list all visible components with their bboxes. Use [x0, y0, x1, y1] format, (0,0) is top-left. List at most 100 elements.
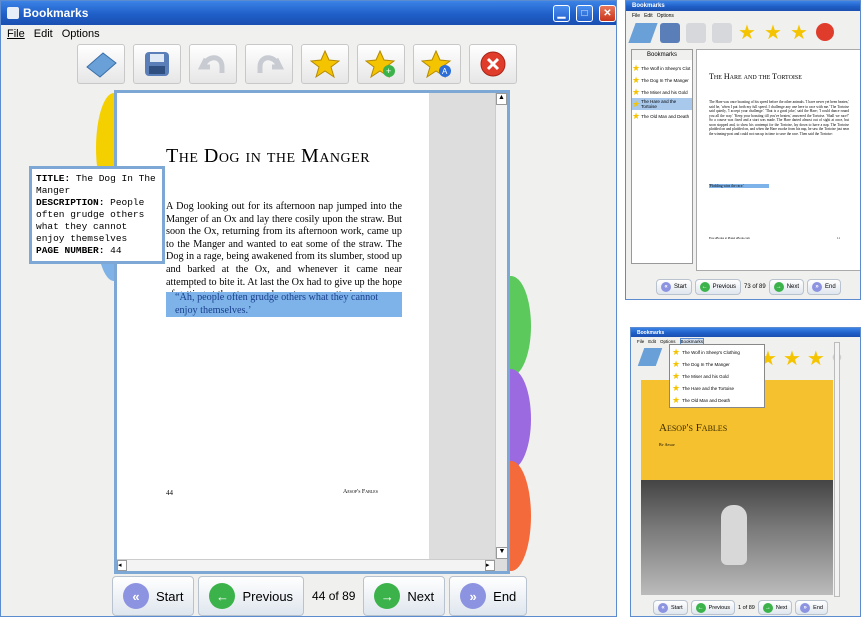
cover-author: By Aesop: [659, 442, 675, 447]
next-button[interactable]: → Next: [757, 600, 793, 615]
previous-button[interactable]: ← Previous: [694, 279, 742, 295]
menu-edit[interactable]: Edit: [34, 28, 53, 40]
sidebar-item[interactable]: ★ The Wolf in Sheep's Clot: [632, 62, 692, 74]
menu-options[interactable]: Options: [660, 339, 676, 344]
redo-icon: [257, 55, 284, 73]
next-label: Next: [407, 588, 435, 604]
close-button[interactable]: ✕: [599, 4, 616, 22]
sidebar-item[interactable]: ★ The Old Man and Death: [632, 110, 692, 122]
star-icon: [310, 49, 340, 79]
window-title: Bookmarks: [637, 329, 665, 336]
dropdown-item[interactable]: ★ The Miser and his Gold: [670, 370, 764, 382]
arrow-left-icon: ←: [209, 583, 236, 609]
undo-button[interactable]: [189, 44, 237, 84]
menu-bar: File Edit Options: [626, 11, 860, 20]
end-button[interactable]: » End: [795, 600, 828, 615]
tooltip-title-label: TITLE:: [36, 173, 71, 184]
page-text: The Hare was once boasting of his speed …: [709, 100, 850, 136]
page-footer-title: Aesop's Fables: [343, 489, 378, 495]
scroll-left-arrow[interactable]: ◂: [117, 560, 127, 571]
star-add-icon: +: [365, 49, 396, 79]
toolbar: [637, 348, 663, 366]
redo-icon[interactable]: [712, 23, 732, 43]
secondary-window-bottom: Bookmarks File Edit Options Bookmarks ★ …: [630, 327, 861, 617]
page-viewer: The Dog in the Manger A Dog looking out …: [114, 90, 510, 574]
dropdown-item[interactable]: ★ The Wolf in Sheep's Clothing: [670, 346, 764, 358]
horizontal-scrollbar[interactable]: ◂ ▸: [117, 559, 495, 571]
page-number: 44: [166, 489, 173, 497]
svg-text:A: A: [442, 67, 448, 76]
next-button[interactable]: → Next: [768, 279, 805, 295]
menu-options[interactable]: Options: [657, 13, 674, 19]
menu-edit[interactable]: Edit: [644, 13, 653, 19]
scroll-down-arrow[interactable]: ▼: [496, 547, 508, 559]
end-button[interactable]: » End: [449, 576, 528, 616]
dropdown-item[interactable]: ★ The Old Man and Death: [670, 394, 764, 406]
tooltip-desc-label: DESCRIPTION:: [36, 197, 105, 208]
star-a-icon[interactable]: ★: [790, 23, 810, 43]
start-button[interactable]: «Start: [656, 279, 692, 295]
star-add-icon[interactable]: ★: [764, 23, 784, 43]
fast-forward-icon: »: [460, 583, 487, 609]
bookmark-button[interactable]: [301, 44, 349, 84]
save-button[interactable]: [133, 44, 181, 84]
bookmark-list-button[interactable]: A: [413, 44, 461, 84]
nav-bar: «Start ← Previous 73 of 89 → Next » End: [656, 279, 841, 295]
dropdown-item[interactable]: ★ The Hare and the Tortoise: [670, 382, 764, 394]
tooltip-page-label: PAGE NUMBER:: [36, 245, 105, 256]
open-book-button[interactable]: [77, 44, 125, 84]
start-label: Start: [156, 588, 184, 604]
next-button[interactable]: → Next: [363, 576, 446, 616]
menu-edit[interactable]: Edit: [648, 339, 656, 344]
redo-button[interactable]: [245, 44, 293, 84]
rewind-icon: «: [661, 282, 671, 292]
sidebar-item[interactable]: ★ The Dog In The Manger: [632, 74, 692, 86]
page-footer-right: 11: [837, 236, 840, 240]
menu-options[interactable]: Options: [62, 28, 100, 40]
star-icon[interactable]: ★: [738, 23, 758, 43]
undo-icon[interactable]: [686, 23, 706, 43]
cover-photo: [641, 480, 833, 595]
maximize-button[interactable]: □: [576, 4, 593, 22]
cat-image: [721, 505, 747, 565]
svg-text:+: +: [386, 66, 391, 76]
previous-label: Previous: [242, 588, 294, 604]
tooltip-page-value: 44: [110, 245, 122, 256]
menu-file[interactable]: File: [7, 28, 25, 40]
bookmarks-dropdown: ★ The Wolf in Sheep's Clothing ★ The Dog I…: [669, 344, 765, 408]
page-paragraph: A Dog looking out for its afternoon nap …: [166, 201, 402, 300]
menu-bar: File Edit Options: [1, 25, 616, 43]
star-add-icon[interactable]: ★: [783, 346, 801, 371]
star-a-icon[interactable]: ★: [807, 346, 825, 371]
start-button[interactable]: « Start: [112, 576, 195, 616]
previous-button[interactable]: ← Previous: [198, 576, 305, 616]
app-icon: [7, 7, 19, 19]
scroll-up-arrow[interactable]: ▲: [496, 93, 507, 105]
page-counter: 44 of 89: [312, 589, 356, 603]
floppy-icon[interactable]: [660, 23, 680, 43]
rewind-icon: «: [658, 602, 668, 613]
menu-file[interactable]: File: [637, 339, 644, 344]
end-button[interactable]: » End: [807, 279, 841, 295]
sidebar-item-selected[interactable]: ★ The Hare and the Tortoise: [632, 98, 692, 110]
dropdown-item[interactable]: ★ The Dog In The Manger: [670, 358, 764, 370]
main-window: Bookmarks ▁ □ ✕ File Edit Options + A Th…: [0, 0, 617, 617]
minimize-button[interactable]: ▁: [553, 4, 570, 22]
nav-bar: « Start ← Previous 44 of 89 → Next » End: [112, 576, 528, 616]
menu-file[interactable]: File: [632, 13, 640, 19]
delete-button[interactable]: [469, 44, 517, 84]
scroll-right-arrow[interactable]: ▸: [485, 560, 495, 571]
book-icon[interactable]: [637, 348, 663, 366]
vertical-scrollbar[interactable]: ▲ ▼: [495, 93, 508, 559]
page-highlight[interactable]: “Ah, people often grudge others what the…: [166, 292, 402, 318]
add-bookmark-button[interactable]: +: [357, 44, 405, 84]
delete-icon: [480, 51, 506, 77]
start-button[interactable]: «Start: [653, 600, 688, 615]
delete-icon[interactable]: [816, 23, 834, 41]
vertical-scrollbar[interactable]: [834, 342, 840, 597]
page-highlight[interactable]: 'Plodding wins the race.': [709, 184, 769, 188]
sidebar-item[interactable]: ★ The Miser and his Gold: [632, 86, 692, 98]
previous-button[interactable]: ← Previous: [690, 600, 736, 615]
book-icon[interactable]: [628, 23, 658, 43]
page-footer-left: Free eBooks at Planet eBook.com: [709, 236, 750, 240]
